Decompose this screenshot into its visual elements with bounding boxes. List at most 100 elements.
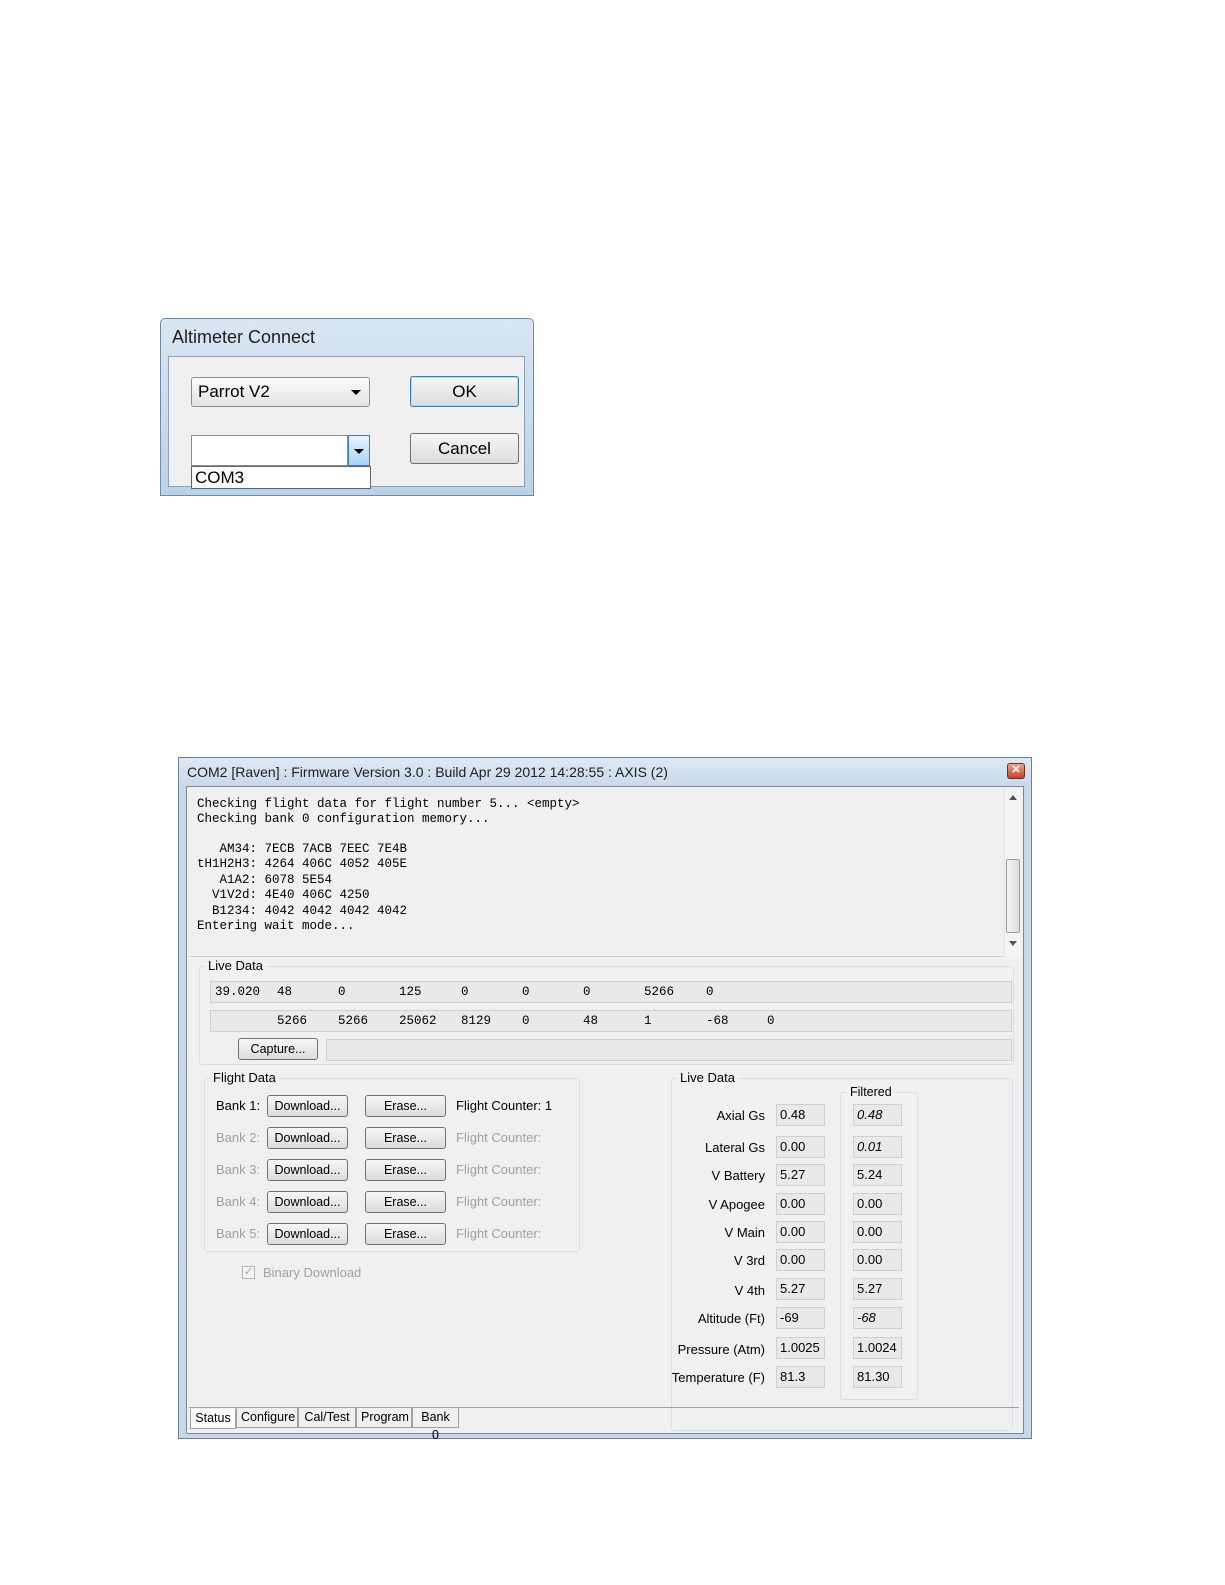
tab-program[interactable]: Program: [356, 1408, 412, 1428]
port-dropdown-button[interactable]: [348, 435, 370, 466]
filtered-label: Filtered: [847, 1085, 895, 1099]
live-value: 1: [644, 1014, 652, 1028]
live-label-v-main: V Main: [724, 1225, 765, 1240]
lateral-gs-filtered: 0.01: [853, 1136, 902, 1158]
bank-5-download-button[interactable]: Download...: [267, 1223, 348, 1245]
live-value: 0: [461, 985, 469, 999]
tab-status[interactable]: Status: [190, 1409, 236, 1429]
bank-5-label: Bank 5:: [216, 1226, 261, 1241]
v-main-value: 0.00: [776, 1221, 825, 1243]
tab-cal-test[interactable]: Cal/Test: [298, 1408, 356, 1428]
bank-5-flight-counter: Flight Counter:: [456, 1226, 542, 1241]
live-label-v-battery: V Battery: [711, 1168, 765, 1183]
binary-download-label: Binary Download: [263, 1265, 362, 1280]
v-battery-value: 5.27: [776, 1164, 825, 1186]
chevron-down-icon: [354, 449, 364, 454]
console-line: V1V2d: 4E40 406C 4250: [197, 888, 370, 902]
v-3rd-value: 0.00: [776, 1249, 825, 1271]
console-line: AM34: 7ECB 7ACB 7EEC 7E4B: [197, 842, 408, 856]
binary-download-checkbox[interactable]: ✓: [242, 1266, 255, 1279]
live-label-axial-gs: Axial Gs: [716, 1108, 765, 1123]
live-value: 5266: [644, 985, 675, 999]
altimeter-connect-dialog: Altimeter Connect Parrot V2 OK Cancel CO…: [160, 318, 534, 496]
live-label-v-3rd: V 3rd: [733, 1253, 765, 1268]
live-value: 5266: [338, 1014, 369, 1028]
live-label-altitude: Altitude (Ft): [697, 1311, 765, 1326]
v-apogee-filtered: 0.00: [853, 1193, 902, 1215]
device-select[interactable]: Parrot V2: [191, 377, 370, 407]
v-main-filtered: 0.00: [853, 1221, 902, 1243]
live-label-pressure: Pressure (Atm): [677, 1342, 765, 1357]
bank-4-flight-counter: Flight Counter:: [456, 1194, 542, 1209]
lateral-gs-value: 0.00: [776, 1136, 825, 1158]
bank-1-erase-button[interactable]: Erase...: [365, 1095, 446, 1117]
bank-1-label: Bank 1:: [216, 1098, 261, 1113]
console-line: tH1H2H3: 4264 406C 4052 405E: [197, 857, 408, 871]
pressure-value: 1.0025: [776, 1337, 825, 1359]
axial-gs-filtered: 0.48: [853, 1104, 902, 1126]
v-4th-value: 5.27: [776, 1278, 825, 1300]
console-line: Checking flight data for flight number 5…: [197, 797, 580, 811]
cancel-button[interactable]: Cancel: [410, 433, 519, 464]
capture-status-field: [326, 1039, 1012, 1061]
window-title: COM2 [Raven] : Firmware Version 3.0 : Bu…: [187, 764, 668, 780]
scroll-up-icon[interactable]: [1009, 795, 1017, 800]
bank-3-download-button[interactable]: Download...: [267, 1159, 348, 1181]
ok-button[interactable]: OK: [410, 376, 519, 407]
axial-gs-value: 0.48: [776, 1104, 825, 1126]
port-dropdown-list: COM3: [191, 466, 371, 489]
live-value: 125: [399, 985, 422, 999]
device-select-value: Parrot V2: [198, 382, 270, 401]
bank-1-flight-counter: Flight Counter: 1: [456, 1098, 553, 1113]
dialog-client-area: Parrot V2 OK Cancel COM3: [168, 356, 525, 489]
temperature-filtered: 81.30: [853, 1366, 902, 1388]
port-input[interactable]: [191, 435, 348, 466]
live-value: 8129: [461, 1014, 492, 1028]
bank-3-label: Bank 3:: [216, 1162, 261, 1177]
live-value: 0: [583, 985, 591, 999]
console-line: Entering wait mode...: [197, 919, 355, 933]
v-battery-filtered: 5.24: [853, 1164, 902, 1186]
v-apogee-value: 0.00: [776, 1193, 825, 1215]
live-data-panel-label: Live Data: [677, 1070, 738, 1085]
dialog-title: Altimeter Connect: [172, 327, 316, 347]
tab-bank-0[interactable]: Bank 0: [412, 1408, 459, 1442]
bank-2-download-button[interactable]: Download...: [267, 1127, 348, 1149]
live-data-raw-group: Live Data 39.020 48 0 125 0 0 0 5266 0 5…: [199, 958, 1014, 1065]
bank-4-download-button[interactable]: Download...: [267, 1191, 348, 1213]
live-data-raw-label: Live Data: [205, 958, 266, 973]
altitude-value: -69: [776, 1307, 825, 1329]
live-label-temperature: Temperature (F): [671, 1370, 765, 1385]
live-value: 0: [767, 1014, 775, 1028]
bank-5-erase-button[interactable]: Erase...: [365, 1223, 446, 1245]
capture-button[interactable]: Capture...: [238, 1038, 318, 1060]
close-icon[interactable]: ✕: [1007, 763, 1025, 779]
pressure-filtered: 1.0024: [853, 1337, 902, 1359]
scroll-thumb[interactable]: [1006, 859, 1020, 933]
live-label-v-4th: V 4th: [734, 1283, 765, 1298]
flight-data-group: Flight Data Bank 1: Download... Erase...…: [204, 1070, 580, 1252]
bank-2-flight-counter: Flight Counter:: [456, 1130, 542, 1145]
live-value: 5266: [277, 1014, 308, 1028]
flight-data-label: Flight Data: [210, 1070, 279, 1085]
live-value: 0: [522, 985, 530, 999]
bank-3-erase-button[interactable]: Erase...: [365, 1159, 446, 1181]
bank-1-download-button[interactable]: Download...: [267, 1095, 348, 1117]
bank-2-erase-button[interactable]: Erase...: [365, 1127, 446, 1149]
window-client-area: Checking flight data for flight number 5…: [186, 786, 1024, 1442]
scroll-down-icon[interactable]: [1009, 941, 1017, 946]
tab-configure[interactable]: Configure: [236, 1408, 298, 1428]
bank-4-erase-button[interactable]: Erase...: [365, 1191, 446, 1213]
console-line: A1A2: 6078 5E54: [197, 873, 333, 887]
live-value: -68: [706, 1014, 729, 1028]
port-option-com3[interactable]: COM3: [195, 468, 244, 488]
live-value: 25062: [399, 1014, 437, 1028]
live-value: 48: [583, 1014, 599, 1028]
live-label-lateral-gs: Lateral Gs: [705, 1140, 765, 1155]
v-4th-filtered: 5.27: [853, 1278, 902, 1300]
temperature-value: 81.3: [776, 1366, 825, 1388]
altitude-filtered: -68: [853, 1307, 902, 1329]
console-output[interactable]: Checking flight data for flight number 5…: [189, 789, 1021, 957]
console-scrollbar[interactable]: [1004, 789, 1021, 957]
main-window: COM2 [Raven] : Firmware Version 3.0 : Bu…: [178, 757, 1032, 1442]
